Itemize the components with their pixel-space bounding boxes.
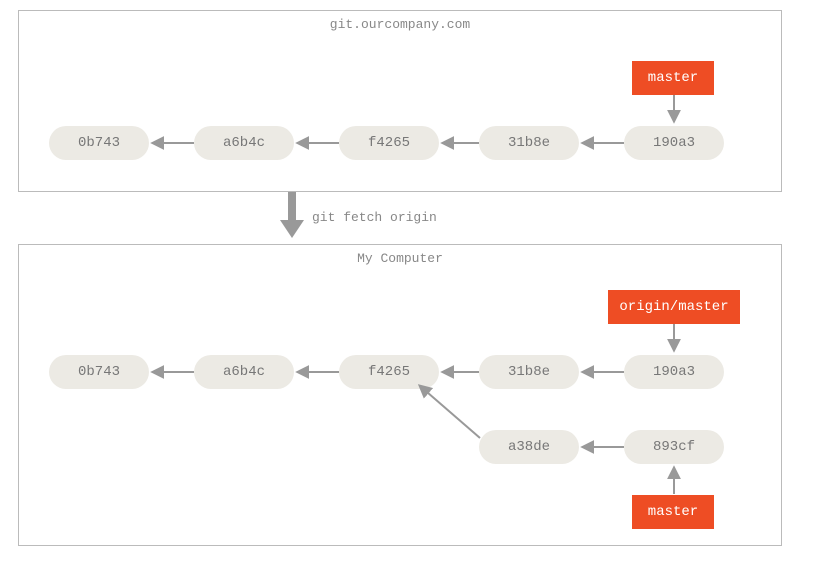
arrow-commit bbox=[149, 142, 194, 144]
arrow-commit bbox=[579, 142, 624, 144]
arrow-commit bbox=[149, 371, 194, 373]
arrow-commit bbox=[439, 371, 479, 373]
commit-node: 31b8e bbox=[479, 355, 579, 389]
arrow-commit bbox=[439, 142, 479, 144]
remote-panel: git.ourcompany.com master 0b743 a6b4c f4… bbox=[18, 10, 782, 192]
arrow-ref-origin-master bbox=[673, 324, 675, 354]
commit-node: 893cf bbox=[624, 430, 724, 464]
ref-master-local: master bbox=[632, 495, 714, 529]
ref-master-remote: master bbox=[632, 61, 714, 95]
commit-node: f4265 bbox=[339, 126, 439, 160]
ref-origin-master: origin/master bbox=[608, 290, 740, 324]
arrow-commit bbox=[579, 446, 624, 448]
commit-node: a6b4c bbox=[194, 355, 294, 389]
commit-node: a38de bbox=[479, 430, 579, 464]
commit-node: 31b8e bbox=[479, 126, 579, 160]
arrow-commit-diagonal bbox=[414, 380, 484, 440]
arrow-commit bbox=[294, 371, 339, 373]
commit-node: 0b743 bbox=[49, 355, 149, 389]
local-title: My Computer bbox=[19, 251, 781, 266]
local-panel: My Computer origin/master 0b743 a6b4c f4… bbox=[18, 244, 782, 546]
arrow-commit bbox=[579, 371, 624, 373]
remote-title: git.ourcompany.com bbox=[19, 17, 781, 32]
commit-node: 190a3 bbox=[624, 355, 724, 389]
fetch-command-label: git fetch origin bbox=[312, 210, 437, 225]
arrow-fetch bbox=[280, 192, 304, 240]
arrow-commit bbox=[294, 142, 339, 144]
arrow-ref-master-remote bbox=[673, 95, 675, 125]
commit-node: 0b743 bbox=[49, 126, 149, 160]
commit-node: a6b4c bbox=[194, 126, 294, 160]
arrow-ref-master-local bbox=[673, 464, 675, 494]
commit-node: 190a3 bbox=[624, 126, 724, 160]
